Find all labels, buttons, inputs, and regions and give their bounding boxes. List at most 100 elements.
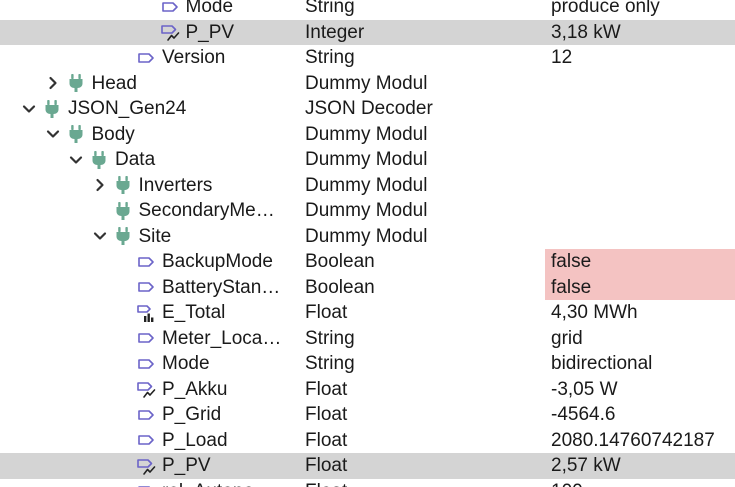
plug-module-icon — [41, 96, 63, 122]
row-value: 4,30 MWh — [551, 302, 638, 323]
variable-trend-icon — [159, 20, 181, 46]
tree-row[interactable]: P_Load Float 2080.14760742187 — [0, 428, 735, 454]
tree-row[interactable]: P_Akku Float -3,05 W — [0, 377, 735, 403]
variable-tag-icon — [135, 402, 157, 428]
chevron-down-icon[interactable] — [91, 224, 109, 250]
tree-row[interactable]: rel_Autono… Float100 — [0, 479, 735, 487]
row-name: BackupMode — [162, 251, 273, 272]
chevron-right-icon[interactable] — [44, 71, 62, 97]
row-type: Boolean — [305, 276, 375, 298]
variable-counter-icon — [135, 300, 157, 326]
row-name: E_Total — [162, 302, 226, 323]
row-value: 12 — [551, 47, 573, 68]
tree-row[interactable]: BatteryStan… Boolean false — [0, 274, 735, 301]
row-name: Data — [115, 149, 156, 170]
variable-tag-icon — [135, 479, 157, 487]
tree-row[interactable]: BackupMode Boolean false — [0, 249, 735, 275]
row-type: Float — [305, 404, 348, 425]
row-name: Meter_Loca… — [162, 327, 282, 349]
row-value: bidirectional — [551, 353, 653, 374]
row-value: -4564.6 — [551, 404, 616, 425]
row-name: Site — [138, 225, 172, 247]
chevron-right-icon[interactable] — [91, 173, 109, 199]
row-name: P_PV — [162, 455, 211, 476]
plug-module-icon — [112, 173, 134, 199]
variable-trend-icon — [135, 453, 157, 479]
row-type: Float — [305, 479, 545, 487]
row-value — [545, 71, 735, 97]
variable-tag-icon — [135, 351, 157, 377]
row-type: Dummy Modul — [305, 149, 428, 170]
row-name: Version — [162, 47, 226, 68]
tree-row[interactable]: Head Dummy Modul — [0, 71, 735, 97]
row-name: P_Load — [162, 429, 228, 451]
tree-row[interactable]: Data Dummy Modul — [0, 147, 735, 173]
row-name: SecondaryMe… — [138, 200, 275, 221]
tree-row[interactable]: E_Total Float 4,30 MWh — [0, 300, 735, 326]
row-value — [545, 122, 735, 148]
row-type: Dummy Modul — [305, 174, 428, 196]
tree-row[interactable]: P_PV Integer 3,18 kW — [0, 19, 735, 46]
plug-module-icon — [65, 71, 87, 97]
chevron-down-icon[interactable] — [20, 96, 38, 122]
row-value — [545, 224, 735, 250]
row-type: String — [305, 0, 355, 17]
plug-module-icon — [88, 147, 110, 173]
row-name: Inverters — [138, 174, 213, 196]
row-type: Float — [305, 302, 348, 323]
row-name: P_PV — [185, 21, 235, 43]
tree-row[interactable]: JSON_Gen24 JSON Decoder — [0, 96, 735, 122]
tree-row[interactable]: Mode String bidirectional — [0, 351, 735, 377]
plug-module-icon — [112, 198, 134, 224]
row-type: Boolean — [305, 251, 375, 272]
row-value — [545, 198, 735, 224]
row-name: BatteryStan… — [162, 276, 281, 298]
tree-row[interactable]: Meter_Loca… String grid — [0, 326, 735, 352]
row-type: String — [305, 47, 355, 68]
chevron-down-icon[interactable] — [44, 122, 62, 148]
row-value: grid — [551, 327, 583, 349]
tree-row[interactable]: P_PV Float 2,57 kW — [0, 453, 735, 479]
row-type: Dummy Modul — [305, 72, 428, 94]
row-value: false — [545, 274, 735, 300]
row-type: Float — [305, 455, 348, 476]
tree-row[interactable]: Body Dummy Modul — [0, 122, 735, 148]
row-value: 2,57 kW — [551, 455, 621, 476]
row-type: Dummy Modul — [305, 225, 428, 247]
variable-trend-icon — [135, 377, 157, 403]
row-type: String — [305, 327, 355, 349]
row-type: Integer — [305, 21, 365, 43]
row-name: Body — [91, 123, 135, 145]
row-type: String — [305, 353, 355, 374]
row-type: Dummy Modul — [305, 123, 428, 145]
row-type: Float — [305, 378, 348, 400]
row-name: Mode — [162, 353, 210, 374]
chevron-down-icon[interactable] — [67, 147, 85, 173]
row-value — [545, 96, 735, 122]
row-name: rel_Autono… — [162, 479, 300, 487]
object-tree: Mode String produce only P_PV Integer 3,18 k… — [0, 0, 735, 487]
row-value — [545, 173, 735, 199]
row-name: P_Akku — [162, 378, 228, 400]
variable-tag-icon — [135, 45, 157, 71]
row-type: JSON Decoder — [305, 98, 433, 119]
row-type: Float — [305, 429, 348, 451]
tree-row[interactable]: SecondaryMe… Dummy Modul — [0, 198, 735, 224]
variable-tag-icon — [135, 326, 157, 352]
row-value: 2080.14760742187 — [551, 429, 715, 451]
tree-row[interactable]: P_Grid Float -4564.6 — [0, 402, 735, 428]
tree-row[interactable]: Version String 12 — [0, 45, 735, 71]
row-name: P_Grid — [162, 404, 222, 425]
row-value: produce only — [551, 0, 660, 17]
tree-row[interactable]: Site Dummy Modul — [0, 224, 735, 250]
row-name: Mode — [185, 0, 234, 17]
plug-module-icon — [112, 224, 134, 250]
variable-tag-icon — [159, 0, 181, 20]
row-type: Dummy Modul — [305, 200, 428, 221]
tree-row[interactable]: Mode String produce only — [0, 0, 735, 20]
tree-row[interactable]: Inverters Dummy Modul — [0, 173, 735, 199]
variable-tag-icon — [135, 275, 157, 301]
row-value: 3,18 kW — [551, 21, 621, 43]
row-value: 100 — [545, 479, 735, 487]
plug-module-icon — [65, 122, 87, 148]
